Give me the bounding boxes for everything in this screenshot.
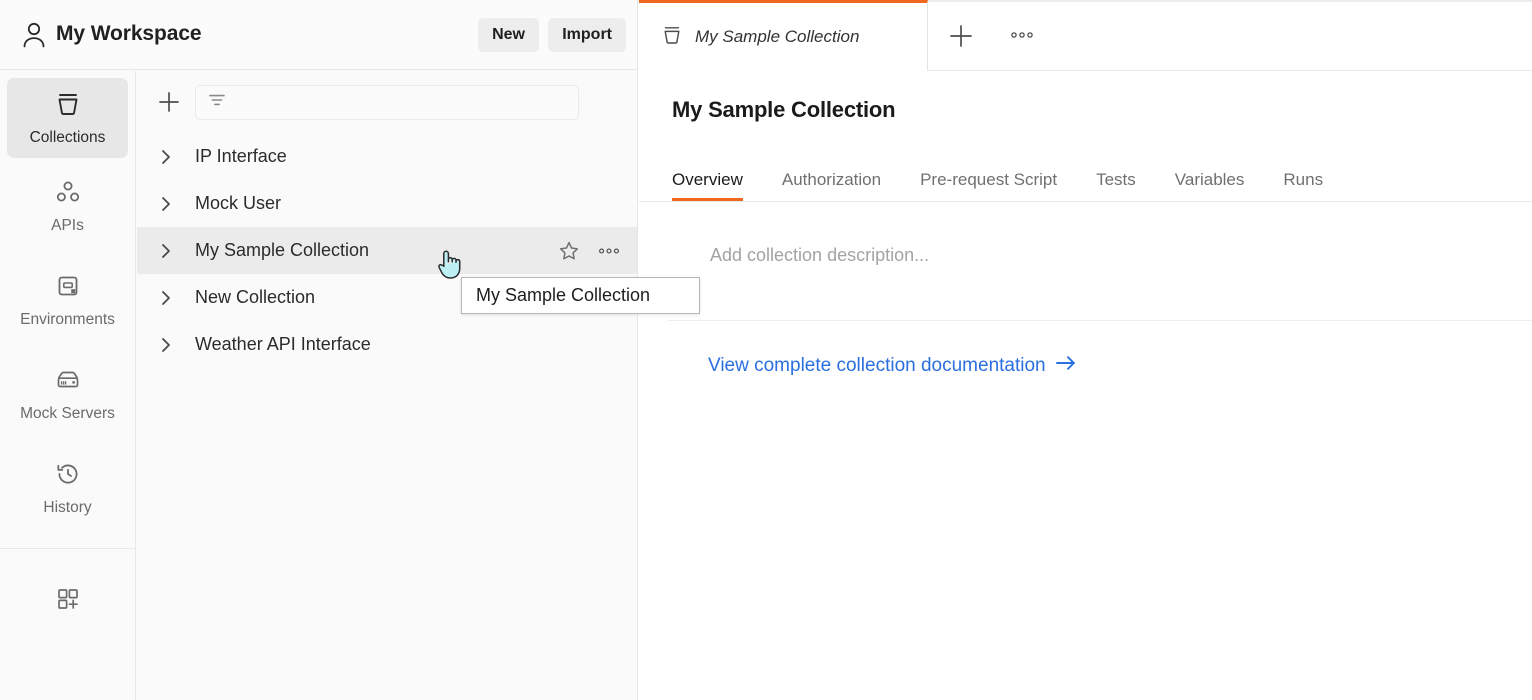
chevron-right-icon[interactable] <box>137 195 195 213</box>
collection-icon <box>660 23 684 52</box>
new-button[interactable]: New <box>478 18 539 52</box>
list-item-label: New Collection <box>195 287 316 307</box>
sidebar-item-environments[interactable]: Environments <box>7 260 128 340</box>
tab-overview[interactable]: Overview <box>672 158 743 201</box>
mock-servers-icon <box>53 366 83 399</box>
sidebar-item-collections[interactable]: Collections <box>7 78 128 158</box>
list-item-label: My Sample Collection <box>195 240 370 260</box>
right-region: My Sample Collection My Sample Collectio… <box>639 0 1532 700</box>
view-documentation-link[interactable]: View complete collection documentation <box>708 354 1077 378</box>
sidebar-label-history: History <box>43 499 92 517</box>
collection-description-input[interactable]: Add collection description... <box>710 245 929 266</box>
list-item[interactable]: IP Interface <box>137 133 638 180</box>
sidebar-item-apis[interactable]: APIs <box>7 166 128 246</box>
tab-label: My Sample Collection <box>695 27 860 46</box>
chevron-right-icon[interactable] <box>137 242 195 260</box>
sidebar-item-history[interactable]: History <box>7 448 128 528</box>
tab-variables[interactable]: Variables <box>1175 158 1245 201</box>
import-button[interactable]: Import <box>548 18 626 52</box>
search-input[interactable] <box>195 85 579 120</box>
list-item[interactable]: Mock User <box>137 180 638 227</box>
arrow-right-icon <box>1055 354 1077 378</box>
detail-divider <box>668 320 1532 321</box>
list-item-label: Mock User <box>195 193 282 213</box>
collection-name-tooltip: My Sample Collection <box>461 277 700 314</box>
environments-icon <box>53 272 83 305</box>
tab-strip: My Sample Collection <box>639 0 1532 71</box>
sidebar-label-mock-servers: Mock Servers <box>20 405 115 423</box>
list-item[interactable]: Weather API Interface <box>137 321 638 368</box>
tab-my-sample-collection[interactable]: My Sample Collection <box>639 0 928 71</box>
sidebar-label-collections: Collections <box>29 129 106 147</box>
app-root: My Workspace New Import Collections APIs… <box>0 0 1532 700</box>
detail-tabs: Overview Authorization Pre-request Scrip… <box>639 158 1532 202</box>
view-documentation-label: View complete collection documentation <box>708 355 1046 376</box>
tab-authorization[interactable]: Authorization <box>782 158 881 201</box>
star-icon[interactable] <box>556 238 582 264</box>
chevron-right-icon[interactable] <box>137 148 195 166</box>
sidebar-divider <box>0 548 135 549</box>
collection-icon <box>53 90 83 123</box>
workspace-title: My Workspace <box>56 22 202 45</box>
list-item-label: IP Interface <box>195 146 287 166</box>
list-item-actions <box>556 227 622 274</box>
add-collection-button[interactable] <box>155 88 183 116</box>
tab-pre-request-script[interactable]: Pre-request Script <box>920 158 1057 201</box>
list-item-my-sample-collection[interactable]: My Sample Collection <box>137 227 638 274</box>
left-region: My Workspace New Import Collections APIs… <box>0 0 752 700</box>
collections-panel: IP Interface Mock User My Sample Collect… <box>137 71 752 700</box>
sidebar-label-environments: Environments <box>20 311 115 329</box>
sidebar-label-apis: APIs <box>51 217 84 235</box>
list-item-more-icon[interactable] <box>596 238 622 264</box>
tab-tests[interactable]: Tests <box>1096 158 1136 201</box>
chevron-right-icon[interactable] <box>137 289 195 307</box>
user-icon <box>20 20 48 50</box>
apis-icon <box>53 178 83 211</box>
sidebar-rail: Collections APIs Environments Mock Serve… <box>0 71 136 700</box>
new-tab-button[interactable] <box>944 19 978 53</box>
chevron-right-icon[interactable] <box>137 336 195 354</box>
workspace-header: My Workspace New Import <box>0 0 638 70</box>
history-icon <box>53 460 83 493</box>
list-item-label: Weather API Interface <box>195 334 371 354</box>
tab-runs[interactable]: Runs <box>1283 158 1323 201</box>
page-title: My Sample Collection <box>672 97 896 122</box>
sidebar-item-mock-servers[interactable]: Mock Servers <box>7 354 128 434</box>
filter-icon <box>206 89 228 116</box>
tabs-more-icon[interactable] <box>1004 24 1040 46</box>
apps-add-icon[interactable] <box>44 575 92 623</box>
collections-toolbar <box>137 71 752 133</box>
collections-list: IP Interface Mock User My Sample Collect… <box>137 133 638 368</box>
